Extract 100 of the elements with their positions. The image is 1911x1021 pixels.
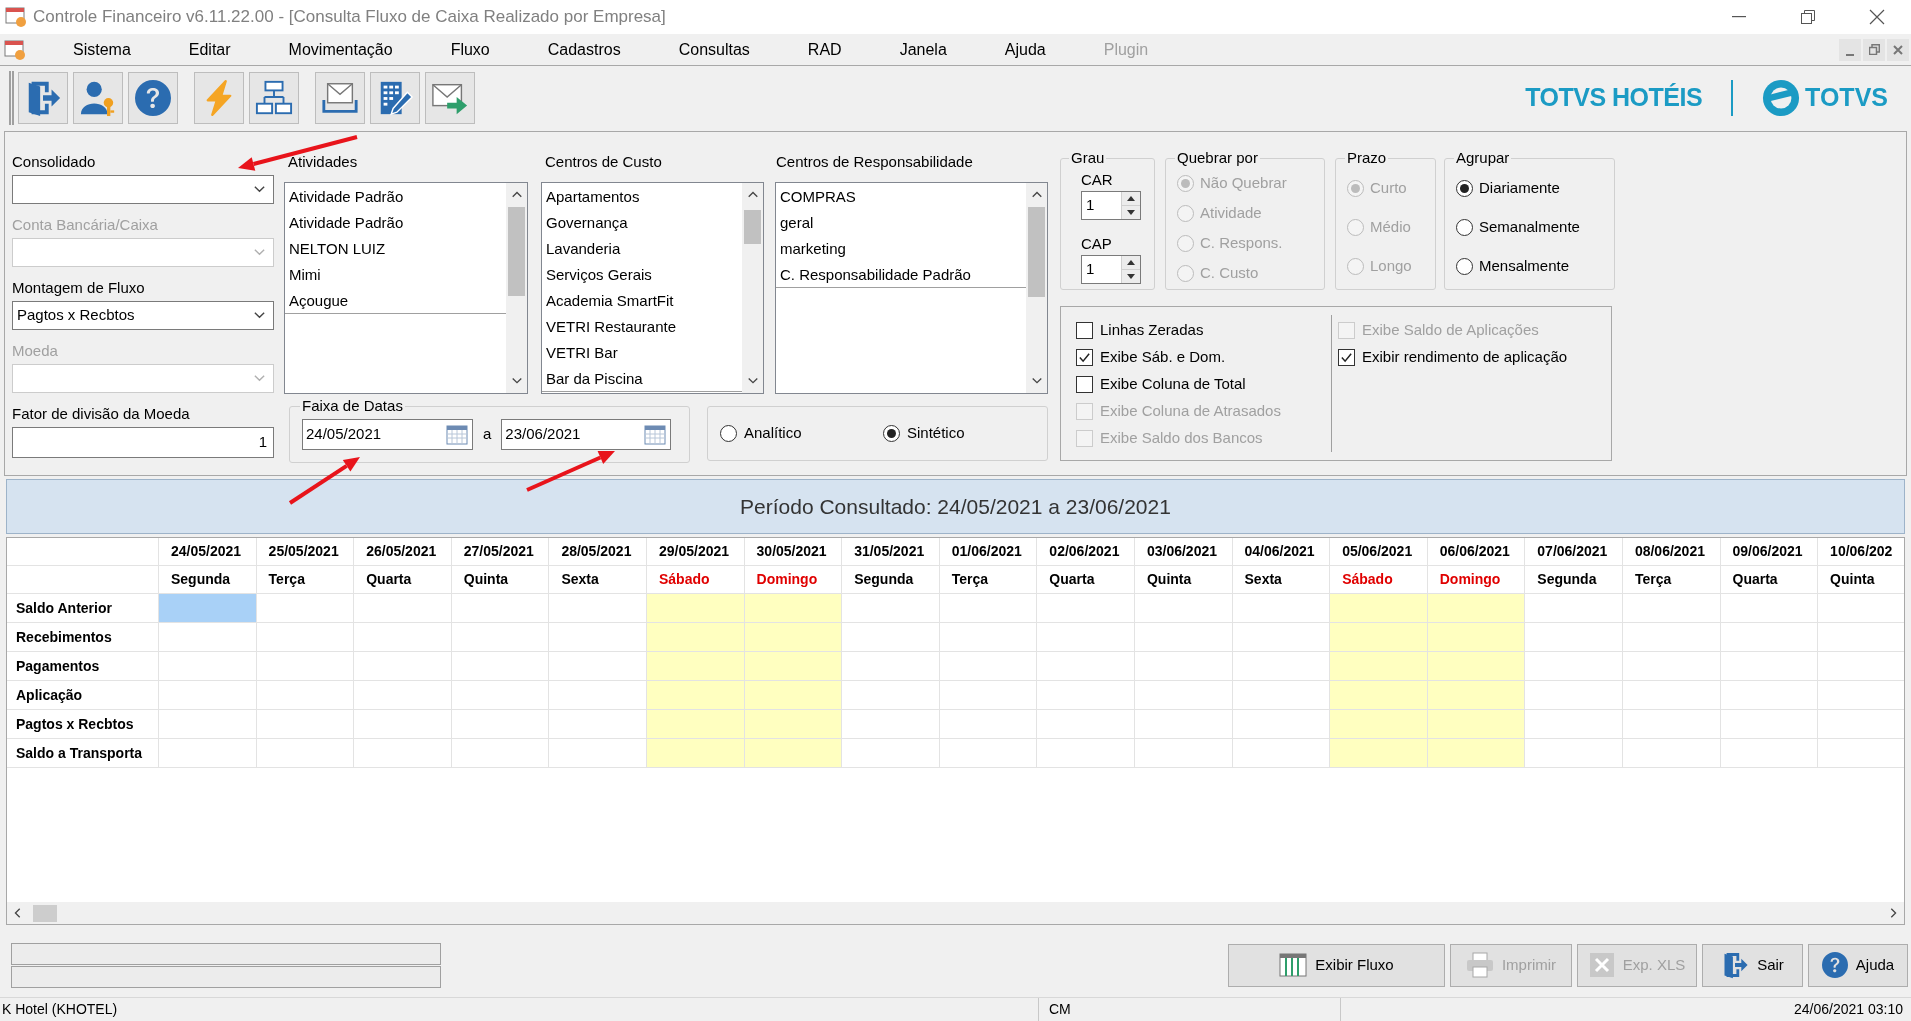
table-cell[interactable] <box>1330 681 1428 710</box>
column-header[interactable]: 05/06/2021 <box>1330 538 1428 566</box>
list-item[interactable]: VETRI Bar <box>542 340 742 366</box>
spin-down-button[interactable] <box>1122 206 1140 219</box>
table-cell[interactable] <box>939 681 1038 710</box>
table-cell[interactable] <box>646 710 745 739</box>
table-cell[interactable] <box>549 623 647 652</box>
table-cell[interactable] <box>842 652 940 681</box>
horizontal-scrollbar[interactable] <box>7 902 1904 924</box>
toolbar-grip[interactable] <box>9 71 14 125</box>
table-cell[interactable] <box>256 652 355 681</box>
spin-box[interactable]: 1 <box>1081 255 1141 284</box>
dropdown[interactable] <box>12 175 274 204</box>
table-cell[interactable] <box>646 681 745 710</box>
column-header[interactable]: 31/05/2021 <box>842 538 940 566</box>
table-cell[interactable] <box>549 710 647 739</box>
table-cell[interactable] <box>1330 652 1428 681</box>
column-header[interactable]: 08/06/2021 <box>1622 538 1721 566</box>
table-cell[interactable] <box>646 652 745 681</box>
table-cell[interactable] <box>354 652 452 681</box>
table-cell[interactable] <box>1037 739 1135 768</box>
table-cell[interactable] <box>1622 710 1721 739</box>
table-cell[interactable] <box>744 652 843 681</box>
table-cell[interactable] <box>1232 739 1331 768</box>
table-cell[interactable] <box>842 623 940 652</box>
table-cell[interactable] <box>1525 681 1623 710</box>
table-cell[interactable] <box>451 594 550 623</box>
table-cell[interactable] <box>354 594 452 623</box>
table-cell[interactable] <box>1622 681 1721 710</box>
column-header[interactable]: 03/06/2021 <box>1134 538 1233 566</box>
toolbar-button[interactable] <box>249 72 299 124</box>
table-cell[interactable] <box>842 739 940 768</box>
radio-button[interactable] <box>883 425 900 442</box>
menu-item[interactable]: Sistema <box>44 34 160 65</box>
spin-down-button[interactable] <box>1122 270 1140 283</box>
scrollbar-thumb[interactable] <box>744 210 761 244</box>
radio-button[interactable] <box>1456 180 1473 197</box>
table-cell[interactable] <box>744 739 843 768</box>
table-cell[interactable] <box>1232 681 1331 710</box>
list-item[interactable]: marketing <box>776 236 1026 262</box>
table-cell[interactable] <box>354 681 452 710</box>
spin-box[interactable]: 1 <box>1081 191 1141 220</box>
column-header[interactable]: 01/06/2021 <box>939 538 1038 566</box>
table-cell[interactable] <box>1134 681 1233 710</box>
spin-up-button[interactable] <box>1122 256 1140 270</box>
table-cell[interactable] <box>1427 710 1526 739</box>
action-button[interactable]: Sair <box>1702 943 1803 987</box>
menu-item[interactable]: Editar <box>159 34 260 65</box>
table-cell[interactable] <box>1330 594 1428 623</box>
column-header[interactable]: 10/06/202 <box>1818 538 1904 566</box>
table-cell[interactable] <box>1134 652 1233 681</box>
table-cell[interactable] <box>1622 652 1721 681</box>
action-button[interactable]: Ajuda <box>1808 943 1908 987</box>
dropdown[interactable]: Pagtos x Recbtos <box>12 301 274 330</box>
list-item[interactable]: C. Responsabilidade Padrão <box>776 262 1026 288</box>
table-cell[interactable] <box>256 739 355 768</box>
checkbox[interactable] <box>1076 322 1093 339</box>
checkbox[interactable] <box>1076 376 1093 393</box>
column-header[interactable]: 26/05/2021 <box>354 538 452 566</box>
table-cell[interactable] <box>549 739 647 768</box>
scrollbar[interactable] <box>1026 183 1047 393</box>
table-cell[interactable] <box>1525 739 1623 768</box>
table-cell[interactable] <box>159 623 257 652</box>
table-cell[interactable] <box>744 594 843 623</box>
column-header[interactable]: 29/05/2021 <box>646 538 745 566</box>
menu-item[interactable]: Cadastros <box>518 34 650 65</box>
table-cell[interactable] <box>1720 594 1819 623</box>
column-header[interactable]: 09/06/2021 <box>1720 538 1819 566</box>
list-item[interactable]: Lavanderia <box>542 236 742 262</box>
table-cell[interactable] <box>1330 710 1428 739</box>
list-item[interactable]: Apartamentos <box>542 184 742 210</box>
input-field[interactable]: 1 <box>12 427 274 458</box>
column-header[interactable]: 28/05/2021 <box>549 538 647 566</box>
checkbox[interactable] <box>1076 349 1093 366</box>
table-cell[interactable] <box>451 739 550 768</box>
table-cell[interactable] <box>842 710 940 739</box>
table-cell[interactable] <box>646 739 745 768</box>
table-cell[interactable] <box>256 681 355 710</box>
table-cell[interactable] <box>159 594 257 623</box>
table-cell[interactable] <box>256 710 355 739</box>
table-cell[interactable] <box>1037 594 1135 623</box>
list-item[interactable]: Governança <box>542 210 742 236</box>
table-cell[interactable] <box>1427 739 1526 768</box>
table-cell[interactable] <box>939 739 1038 768</box>
table-cell[interactable] <box>451 623 550 652</box>
menu-item[interactable]: Fluxo <box>421 34 519 65</box>
calendar-icon[interactable] <box>644 424 667 445</box>
table-cell[interactable] <box>1525 710 1623 739</box>
scrollbar-thumb[interactable] <box>33 904 57 922</box>
table-cell[interactable] <box>1427 594 1526 623</box>
toolbar-button[interactable] <box>73 72 123 124</box>
column-header[interactable]: 24/05/2021 <box>159 538 257 566</box>
scrollbar[interactable] <box>742 183 763 393</box>
table-cell[interactable] <box>256 623 355 652</box>
table-cell[interactable] <box>1720 710 1819 739</box>
table-cell[interactable] <box>1037 623 1135 652</box>
toolbar-button[interactable] <box>128 72 178 124</box>
table-cell[interactable] <box>1525 594 1623 623</box>
column-header[interactable]: 02/06/2021 <box>1037 538 1135 566</box>
list-item[interactable]: COMPRAS <box>776 184 1026 210</box>
